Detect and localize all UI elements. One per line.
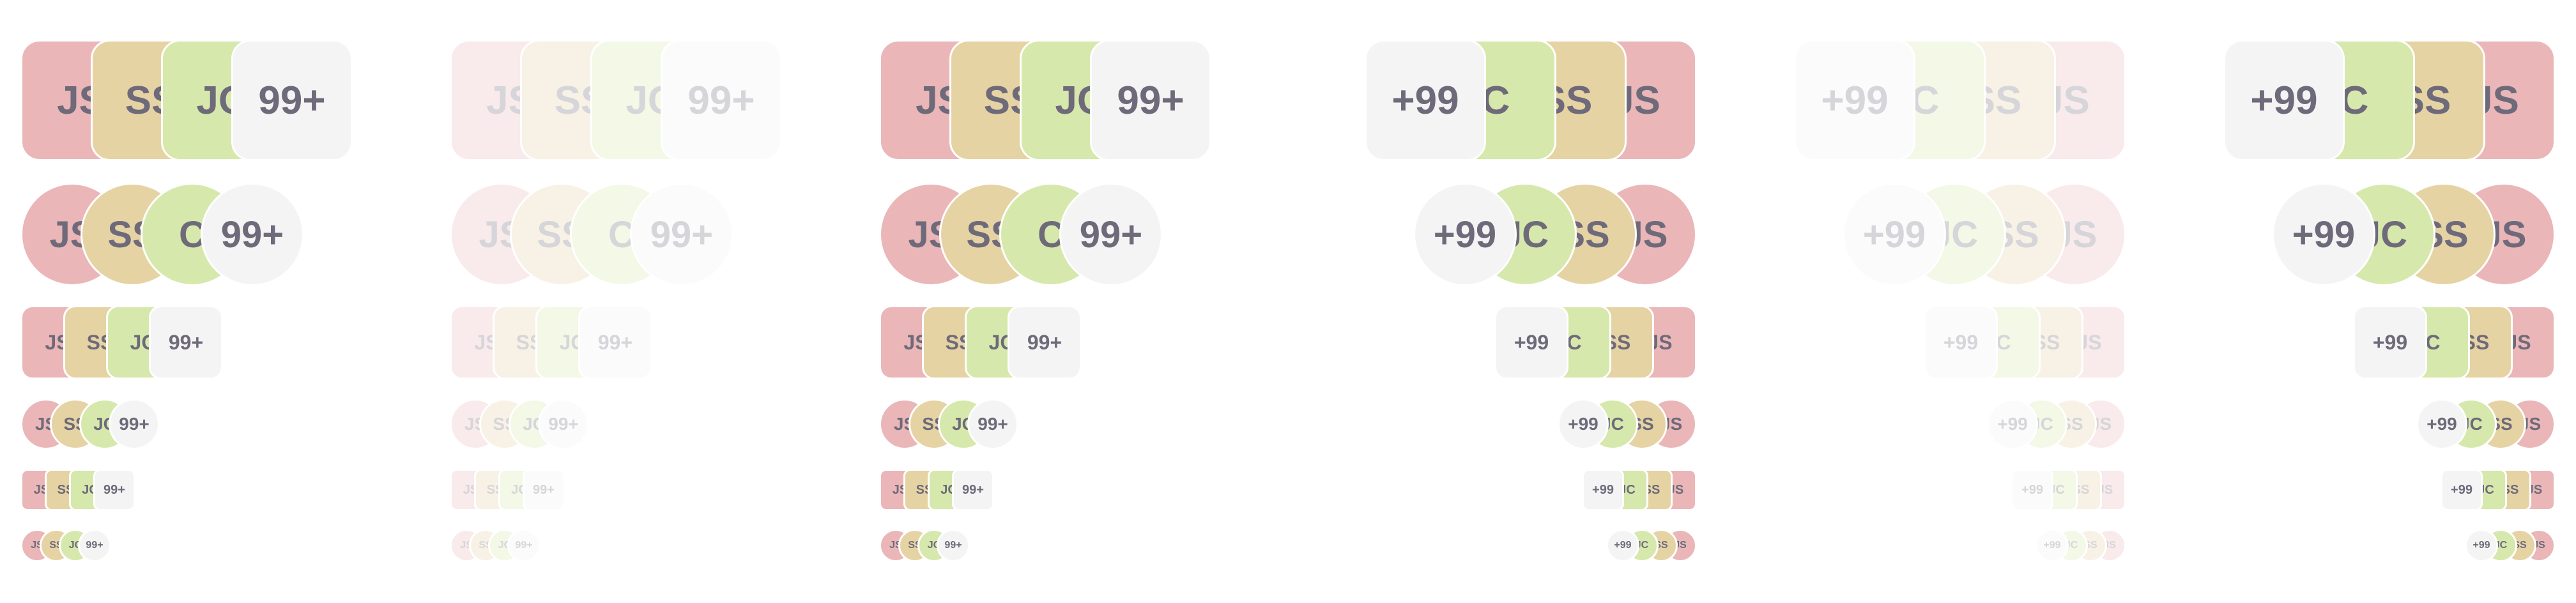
avatar-overflow-count[interactable]: 99+ [1008,305,1082,379]
avatar-group-panel-rtl-enabled: JS SS C +99 JS SS JC +99 JS SS C +99 JS SS JC +99 JS SS JC… [1288,0,1717,603]
avatar-overflow-count[interactable]: 99+ [149,305,223,379]
avatar-overflow-count[interactable]: 99+ [937,529,970,562]
avatar-overflow-count[interactable]: 99+ [78,529,111,562]
avatar-overflow-count: +99 [1794,40,1915,161]
avatar-overflow-count: 99+ [630,183,733,286]
avatar-overflow-count: 99+ [578,305,652,379]
avatar-overflow-count: +99 [1843,183,1946,286]
avatar-overflow-count[interactable]: 99+ [952,469,994,511]
avatar-overflow-count[interactable]: +99 [1606,529,1639,562]
avatar-overflow-count[interactable]: +99 [2353,305,2427,379]
avatar-group-panel-ltr-enabled-2: JS SS JC 99+ JS SS C 99+ JS SS JC 99+ JS SS JC 99+ JS SS J… [859,0,1288,603]
avatar-overflow-count[interactable]: 99+ [231,40,353,161]
avatar-overflow-count: 99+ [523,469,565,511]
avatar-group-panel-rtl-disabled: JS SS C +99 JS SS JC +99 JS SS C +99 JS SS JC +99 JS SS JC… [1717,0,2147,603]
avatar-overflow-count: +99 [1987,399,2038,450]
avatar-overflow-count[interactable]: 99+ [93,469,135,511]
avatar-overflow-count[interactable]: 99+ [201,183,304,286]
avatar-overflow-count[interactable]: 99+ [109,399,160,450]
avatar-overflow-count[interactable]: +99 [2465,529,2498,562]
avatar-overflow-count[interactable]: 99+ [1059,183,1163,286]
avatar-overflow-count[interactable]: +99 [2272,183,2375,286]
avatar-overflow-count[interactable]: 99+ [967,399,1018,450]
avatar-overflow-count[interactable]: +99 [2416,399,2467,450]
avatar-overflow-count: +99 [1924,305,1998,379]
avatar-group-panel-ltr-disabled: JS SS JC 99+ JS SS C 99+ JS SS JC 99+ JS SS JC 99+ JS SS J… [429,0,859,603]
avatar-overflow-count: 99+ [661,40,782,161]
avatar-overflow-count[interactable]: +99 [1558,399,1609,450]
avatar-overflow-count[interactable]: +99 [1365,40,1486,161]
avatar-overflow-count: 99+ [538,399,589,450]
avatar-overflow-count: +99 [2011,469,2053,511]
avatar-overflow-count[interactable]: +99 [2441,469,2483,511]
avatar-group-panel-rtl-enabled-2: JS SS C +99 JS SS JC +99 JS SS C +99 JS SS JC +99 JS SS JC… [2147,0,2576,603]
avatar-overflow-count[interactable]: +99 [1494,305,1568,379]
avatar-overflow-count[interactable]: +99 [1413,183,1517,286]
avatar-overflow-count[interactable]: +99 [1582,469,1624,511]
avatar-group-panel-ltr-enabled: JS SS JC 99+ JS SS C 99+ JS SS JC 99+ JS SS JC 99+ JS SS J… [0,0,429,603]
avatar-overflow-count: 99+ [507,529,540,562]
avatar-overflow-count[interactable]: +99 [2223,40,2345,161]
avatar-group-showcase: JS SS JC 99+ JS SS C 99+ JS SS JC 99+ JS SS JC 99+ JS SS J… [0,0,2576,603]
avatar-overflow-count: +99 [2035,529,2069,562]
avatar-overflow-count[interactable]: 99+ [1090,40,1211,161]
